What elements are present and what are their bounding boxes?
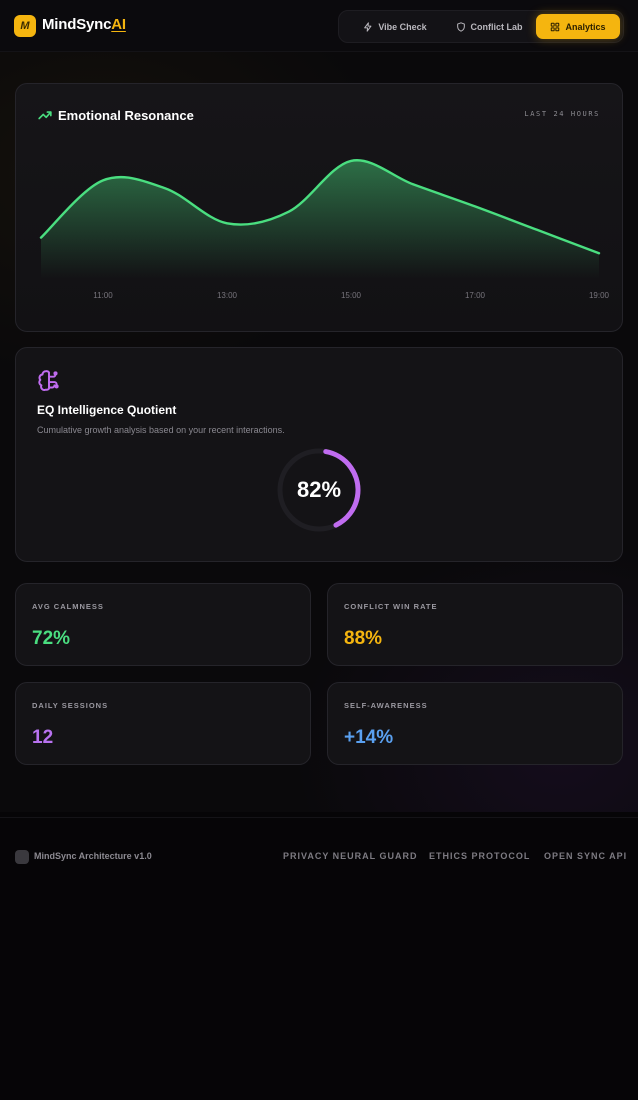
stat-card-daily-sessions: DAILY SESSIONS 12 [15,682,311,765]
nav-analytics[interactable]: Analytics [536,14,620,39]
emotional-resonance-card: Emotional Resonance LAST 24 HOURS 11:00 1… [15,83,623,332]
stat-value: 72% [32,628,71,649]
stat-value: +14% [344,727,394,748]
x-tick-label: 15:00 [341,291,362,300]
footer-brand: MindSync Architecture v1.0 [34,851,152,861]
zap-icon [364,21,372,32]
eq-quotient-card: EQ Intelligence Quotient Cumulative grow… [15,347,623,562]
eq-value: 82% [296,477,342,502]
stat-value: 12 [32,727,54,748]
footer-logo-icon [15,850,29,864]
nav-conflict-lab-label: Conflict Lab [470,21,523,32]
stat-label: AVG CALMNESS [32,602,104,611]
brand-name-accent: AI [111,16,126,33]
nav-analytics-label: Analytics [565,21,606,32]
stat-label: DAILY SESSIONS [32,701,109,710]
brand-name-main: MindSync [42,16,112,33]
brain-icon [38,370,59,391]
grid-icon [551,22,560,31]
x-tick-label: 19:00 [589,291,610,300]
x-tick-label: 13:00 [217,291,238,300]
stat-value: 88% [344,628,383,649]
x-tick-label: 11:00 [93,291,113,300]
eq-subtitle: Cumulative growth analysis based on your… [37,425,285,435]
stat-label: CONFLICT WIN RATE [344,602,438,611]
page-footer: MindSync Architecture v1.0 PRIVACY NEURA… [0,817,638,1100]
x-tick-label: 17:00 [465,291,486,300]
footer-link-privacy[interactable]: PRIVACY NEURAL GUARD [283,851,418,861]
top-header: M MindSyncAI Vibe Check Conflict Lab Ana… [0,0,638,52]
stat-card-conflict-win-rate: CONFLICT WIN RATE 88% [327,583,623,666]
footer-link-ethics[interactable]: ETHICS PROTOCOL [429,851,530,861]
nav-vibe-check[interactable]: Vibe Check [347,14,443,39]
brand-name[interactable]: MindSyncAI [42,16,126,33]
stat-card-self-awareness: SELF-AWARENESS +14% [327,682,623,765]
footer-link-api[interactable]: OPEN SYNC API [544,851,627,861]
eq-title: EQ Intelligence Quotient [37,403,177,417]
stat-label: SELF-AWARENESS [344,701,428,710]
shield-icon [456,21,465,32]
nav-vibe-check-label: Vibe Check [378,21,427,32]
nav-conflict-lab[interactable]: Conflict Lab [443,14,535,39]
stat-card-avg-calmness: AVG CALMNESS 72% [15,583,311,666]
main-nav: Vibe Check Conflict Lab Analytics [338,10,624,43]
resonance-chart: 11:00 13:00 15:00 17:00 19:00 [39,159,610,300]
logo-icon[interactable]: M [14,15,36,37]
